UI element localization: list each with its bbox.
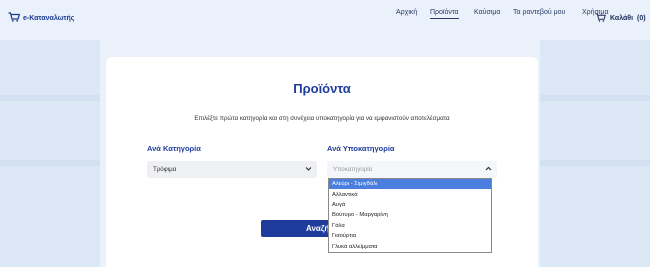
chevron-up-icon xyxy=(485,166,492,174)
background-shelf-line xyxy=(540,95,650,101)
dropdown-option[interactable]: Γιαούρτια xyxy=(329,231,491,241)
cart-count: (0) xyxy=(637,14,646,22)
instructions-text: Επιλέξτε πρώτα κατηγορία και στη συνέχει… xyxy=(194,115,450,122)
dropdown-option[interactable]: Αυγά xyxy=(329,200,491,210)
dropdown-option[interactable]: Αλεύρι - Σιμιγδάλι xyxy=(329,179,491,190)
cart-icon xyxy=(595,9,606,27)
category-select[interactable]: Τρόφιμα xyxy=(147,161,317,178)
subcategory-dropdown-list[interactable]: Αλεύρι - Σιμιγδάλι Αλλαντικά Αυγά Βούτυρ… xyxy=(328,178,492,253)
subcategory-label: Ανά Υποκατηγορία xyxy=(327,144,395,153)
subcategory-select-placeholder: Υποκατηγορία xyxy=(333,166,373,173)
dropdown-option[interactable]: Βούτυρο - Μαργαρίνη xyxy=(329,210,491,220)
dropdown-option[interactable]: Γλυκά αλλείμματα xyxy=(329,241,491,251)
page-title: Προϊόντα xyxy=(293,81,351,96)
subcategory-select[interactable]: Υποκατηγορία xyxy=(327,161,497,178)
dropdown-option[interactable]: Γάλα xyxy=(329,221,491,231)
background-shelf-line xyxy=(0,160,100,166)
brand-logo[interactable]: e-Καταναλωτής xyxy=(8,9,74,27)
nav-item-home[interactable]: Αρχική xyxy=(396,9,417,16)
nav-item-appointments[interactable]: Τα ραντεβού μου xyxy=(513,9,565,16)
cart-logo-icon xyxy=(8,9,21,27)
nav-item-products[interactable]: Προϊόντα xyxy=(430,9,459,19)
nav-item-fuel[interactable]: Καύσιμα xyxy=(474,9,500,16)
category-select-value: Τρόφιμα xyxy=(153,166,177,173)
background-shelf-right xyxy=(540,40,650,267)
top-header: e-Καταναλωτής Αρχική Προϊόντα Καύσιμα Τα… xyxy=(0,0,650,30)
cart-link[interactable]: Καλάθι (0) xyxy=(595,9,646,27)
dropdown-option[interactable]: Αλλαντικά xyxy=(329,189,491,199)
cart-label: Καλάθι xyxy=(610,14,634,22)
category-label: Ανά Κατηγορία xyxy=(147,144,201,153)
chevron-down-icon xyxy=(305,166,312,174)
background-shelf-left xyxy=(0,40,100,267)
background-shelf-line xyxy=(540,160,650,166)
brand-name: e-Καταναλωτής xyxy=(23,14,75,22)
background-shelf-line xyxy=(0,95,100,101)
